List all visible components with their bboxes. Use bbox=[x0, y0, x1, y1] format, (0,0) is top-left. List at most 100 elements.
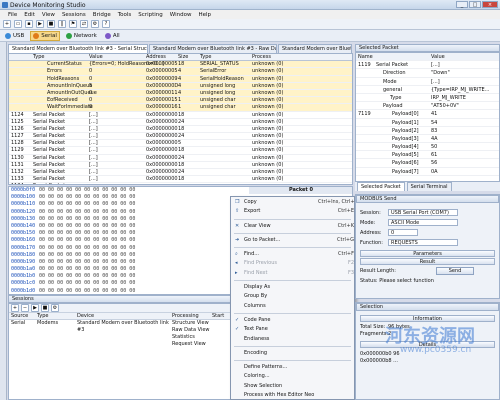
stop-session-icon[interactable]: ■ bbox=[41, 304, 49, 312]
hex-bytes[interactable]: 00 00 00 00 00 00 00 00 00 00 00 bbox=[39, 280, 194, 287]
hex-bytes[interactable]: 00 00 00 00 00 00 00 00 00 00 00 bbox=[39, 187, 194, 194]
tab-selected-packet[interactable]: Selected Packet bbox=[357, 182, 405, 191]
property-row[interactable]: general {Type=IRP_MJ_WRITE... bbox=[356, 86, 499, 94]
property-row[interactable]: Payload[6] 56 bbox=[356, 159, 499, 168]
hex-bytes[interactable]: 00 00 00 00 00 00 00 00 00 00 00 bbox=[39, 216, 194, 223]
context-menu-item[interactable]: Define Patterns... bbox=[231, 363, 354, 372]
session-settings-icon[interactable]: ⚙ bbox=[51, 304, 59, 312]
hex-bytes[interactable]: 00 00 00 00 00 00 00 00 00 00 00 bbox=[39, 201, 194, 208]
property-row[interactable]: Payload[5] 61 bbox=[356, 151, 499, 160]
session-select[interactable]: USB Serial Port (COM7) bbox=[388, 209, 458, 216]
tab-serial-terminal[interactable]: Serial Terminal bbox=[406, 182, 452, 191]
stop-icon[interactable]: ■ bbox=[47, 20, 55, 28]
table-row[interactable]: 1127 Serial Packet [...] 0x00000000 24 unknow… bbox=[9, 133, 352, 141]
menu-bridge[interactable]: Bridge bbox=[93, 12, 111, 18]
start-icon[interactable]: ▶ bbox=[36, 20, 44, 28]
hex-bytes[interactable]: 00 00 00 00 00 00 00 00 00 00 00 bbox=[39, 230, 194, 237]
context-menu-item[interactable]: Encoding bbox=[231, 349, 354, 358]
context-menu-item[interactable]: Coloring... bbox=[231, 372, 354, 381]
property-row[interactable]: Payload[7] 0A bbox=[356, 168, 499, 176]
grid-header-cell[interactable]: Type bbox=[200, 54, 252, 60]
result-button[interactable]: Result bbox=[360, 258, 495, 265]
parameters-button[interactable]: Parameters bbox=[360, 250, 495, 257]
menu-edit[interactable]: Edit bbox=[24, 12, 35, 18]
menu-window[interactable]: Window bbox=[170, 12, 192, 18]
property-row[interactable]: Payload[1] 54 bbox=[356, 119, 499, 127]
save-icon[interactable]: ▪ bbox=[25, 20, 33, 28]
context-menu-item[interactable]: ✕ Clear View Ctrl+K bbox=[231, 222, 354, 231]
table-row[interactable]: HoldReasons 0 0x00000009 4 SerialHoldReason u… bbox=[9, 75, 352, 83]
context-menu-item[interactable]: Group By bbox=[231, 292, 354, 301]
filter-icon[interactable]: ⚑ bbox=[69, 20, 77, 28]
context-menu-item[interactable]: ❐ Copy Ctrl+Ins, Ctrl+C bbox=[231, 198, 358, 207]
network-filter-button[interactable]: Network bbox=[64, 32, 99, 40]
hex-bytes[interactable]: 00 00 00 00 00 00 00 00 00 00 00 bbox=[39, 223, 194, 230]
table-row[interactable]: 1131 Serial Packet [...] 0x00000000 18 unknow… bbox=[9, 162, 352, 169]
menu-tools[interactable]: Tools bbox=[118, 12, 132, 18]
context-menu-item[interactable]: Process with Hex Editor Neo bbox=[231, 391, 354, 400]
address-input[interactable]: 0 bbox=[388, 229, 418, 236]
usb-filter-button[interactable]: USB bbox=[3, 32, 26, 40]
pause-icon[interactable]: ‖ bbox=[58, 20, 66, 28]
bridge-icon[interactable]: ⇄ bbox=[80, 20, 88, 28]
send-button[interactable]: Send bbox=[436, 267, 474, 275]
property-row[interactable]: Payload[4] 50 bbox=[356, 143, 499, 152]
grid-header-cell[interactable]: Value bbox=[89, 54, 146, 60]
property-row[interactable]: Direction "Down" bbox=[356, 69, 499, 78]
context-menu-item[interactable]: ✓ Code Pane bbox=[231, 316, 354, 325]
table-row[interactable]: 1124 Serial Packet [...] 0x00000000 18 unknow… bbox=[9, 112, 352, 119]
hex-bytes[interactable]: 00 00 00 00 00 00 00 00 00 00 00 bbox=[39, 209, 194, 216]
serial-filter-button[interactable]: Serial bbox=[30, 30, 60, 41]
settings-icon[interactable]: ⚙ bbox=[91, 20, 99, 28]
hex-bytes[interactable]: 00 00 00 00 00 00 00 00 00 00 00 bbox=[39, 273, 194, 280]
menu-file[interactable]: File bbox=[8, 12, 17, 18]
sessions-header-cell[interactable]: Type bbox=[37, 313, 77, 319]
property-row[interactable]: 7119 Payload[0] 41 bbox=[356, 110, 499, 119]
hex-bytes[interactable]: 00 00 00 00 00 00 00 00 00 00 00 bbox=[39, 237, 194, 244]
context-menu-item[interactable]: ➜ Go to Packet... Ctrl+G bbox=[231, 236, 354, 245]
property-row[interactable]: Mode [...] bbox=[356, 78, 499, 86]
maximize-button[interactable]: □ bbox=[469, 1, 481, 8]
hex-bytes[interactable]: 00 00 00 00 00 00 00 00 00 00 00 bbox=[39, 252, 194, 259]
hex-bytes[interactable]: 00 00 00 00 00 00 00 00 00 00 00 bbox=[39, 266, 194, 273]
context-menu-item[interactable]: Show Selection bbox=[231, 382, 354, 391]
grid-header-cell[interactable] bbox=[9, 54, 33, 60]
help-icon[interactable]: ? bbox=[102, 20, 110, 28]
table-row[interactable]: 1130 Serial Packet [...] 0x00000000 24 unknow… bbox=[9, 155, 352, 162]
menu-view[interactable]: View bbox=[42, 12, 55, 18]
tab-third-view[interactable]: Standard Modem over Bluetoo bbox=[278, 44, 352, 53]
sessions-header-cell[interactable]: Processing bbox=[172, 313, 212, 319]
table-row[interactable]: AmountInInQueue 5 0x0000000D 4 unsigned long… bbox=[9, 82, 352, 90]
left-dock-strip[interactable] bbox=[0, 42, 7, 400]
add-session-icon[interactable]: + bbox=[11, 304, 19, 312]
mode-select[interactable]: ASCII Mode bbox=[388, 219, 458, 226]
property-row[interactable]: Payload[3] 4A bbox=[356, 135, 499, 144]
table-row[interactable]: CurrentStatus {Errors=0; HoldReasons=0...… bbox=[9, 61, 352, 69]
context-menu-item[interactable]: ⌕ Find... Ctrl+F bbox=[231, 250, 354, 259]
table-row[interactable]: 1128 Serial Packet [...] 0x00000000 5 unknown… bbox=[9, 140, 352, 148]
context-menu-item[interactable]: Display As bbox=[231, 283, 354, 292]
table-row[interactable]: Errors 0 0x00000005 4 SerialError unknown (0) bbox=[9, 68, 352, 76]
context-menu-item[interactable]: ⇪ Export Ctrl+E bbox=[231, 207, 354, 216]
table-row[interactable]: 1132 Serial Packet [...] 0x00000000 24 unknow… bbox=[9, 169, 352, 177]
table-row[interactable]: WaitForImmediate 0 0x00000016 1 unsigned cha… bbox=[9, 104, 352, 112]
table-row[interactable]: 1126 Serial Packet [...] 0x00000000 18 unknow… bbox=[9, 126, 352, 134]
remove-session-icon[interactable]: − bbox=[21, 304, 29, 312]
hex-bytes[interactable]: 00 00 00 00 00 00 00 00 00 00 00 bbox=[39, 259, 194, 266]
table-row[interactable]: 1129 Serial Packet [...] 0x00000000 18 unknow… bbox=[9, 147, 352, 155]
table-row[interactable]: EofReceived 0 0x00000015 1 unsigned char unkn… bbox=[9, 97, 352, 105]
new-session-icon[interactable]: + bbox=[3, 20, 11, 28]
context-menu-item[interactable]: ▸ Find Next F3 bbox=[231, 269, 354, 278]
information-section[interactable]: Information bbox=[360, 315, 495, 322]
table-row[interactable]: AmountInOutQueue 0 0x00000011 4 unsigned lon… bbox=[9, 89, 352, 98]
open-icon[interactable]: ▭ bbox=[14, 20, 22, 28]
all-filter-button[interactable]: All bbox=[103, 32, 122, 40]
selected-packet-table[interactable]: Name Value 1119 Serial Packet [...] Direction… bbox=[355, 52, 500, 182]
grid-header-cell[interactable]: Type bbox=[33, 54, 89, 60]
context-menu-item[interactable]: ◂ Find Previous F2 bbox=[231, 259, 354, 268]
structure-grid[interactable]: Type Value Address Size Type Process CurrentSt… bbox=[8, 53, 353, 185]
hex-bytes[interactable]: 00 00 00 00 00 00 00 00 00 00 00 bbox=[39, 288, 194, 294]
menu-help[interactable]: Help bbox=[198, 12, 211, 18]
table-row[interactable]: 1133 Serial Packet [...] 0x00000000 18 unknow… bbox=[9, 176, 352, 184]
sessions-header-cell[interactable]: Device bbox=[77, 313, 172, 319]
